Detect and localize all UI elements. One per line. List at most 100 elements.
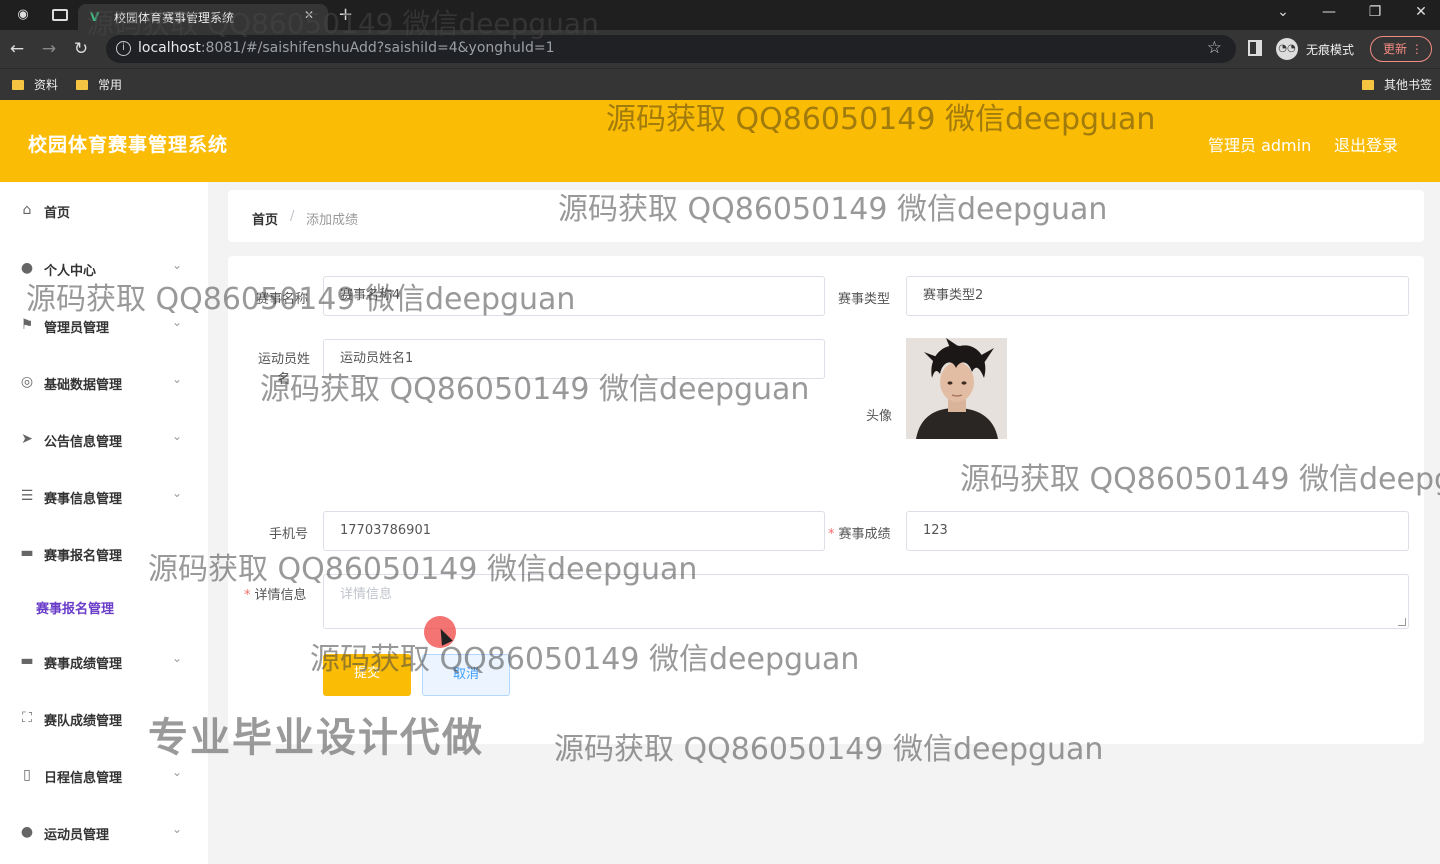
sidebar-item-label: 赛队成绩管理 bbox=[44, 714, 123, 729]
url-text: localhost:8081/#/saishifenshuAdd?saishiI… bbox=[138, 40, 555, 56]
sidebar-item-base-data[interactable]: ◎ 基础数据管理 ⌄ bbox=[0, 362, 208, 402]
monitor-icon: ▬ bbox=[20, 653, 34, 669]
breadcrumb-home[interactable]: 首页 bbox=[252, 209, 278, 228]
sidebar-item-profile[interactable]: ● 个人中心 ⌄ bbox=[0, 248, 208, 288]
submit-button[interactable]: 提交 bbox=[323, 654, 411, 696]
admin-label: 管理员 admin bbox=[1208, 136, 1312, 155]
submenu-item-registrations[interactable]: 赛事报名管理 bbox=[36, 598, 114, 617]
athlete-name-field[interactable]: 运动员姓名1 bbox=[323, 339, 825, 379]
sidebar-item-label: 赛事成绩管理 bbox=[44, 657, 123, 672]
user-icon: ● bbox=[20, 260, 34, 276]
chevron-down-icon: ⌄ bbox=[172, 651, 183, 665]
plus-icon[interactable]: + bbox=[338, 4, 353, 25]
sidebar-item-label: 基础数据管理 bbox=[44, 378, 123, 393]
sidebar-item-label: 个人中心 bbox=[44, 264, 97, 279]
address-bar: ← → ↻ i localhost:8081/#/saishifenshuAdd… bbox=[0, 30, 1440, 68]
sidebar-item-athletes[interactable]: ● 运动员管理 ⌄ bbox=[0, 812, 208, 852]
target-icon: ◎ bbox=[20, 374, 34, 390]
detail-label: * 详情信息 bbox=[244, 588, 307, 603]
event-name-field[interactable]: 赛事名称4 bbox=[323, 276, 825, 316]
forward-arrow-icon[interactable]: → bbox=[38, 38, 60, 60]
chevron-down-icon: ⌄ bbox=[172, 486, 183, 500]
breadcrumb-separator: / bbox=[290, 209, 295, 224]
event-name-label: 赛事名称 bbox=[256, 292, 309, 307]
browser-tab[interactable]: V 校园体育赛事管理系统 ✕ bbox=[78, 4, 328, 30]
sidebar-item-event-scores[interactable]: ▬ 赛事成绩管理 ⌄ bbox=[0, 641, 208, 681]
chevron-down-icon: ⌄ bbox=[172, 765, 183, 779]
chevron-down-icon[interactable]: ⌄ bbox=[1268, 4, 1298, 20]
avatar bbox=[906, 338, 1007, 439]
avatar-label: 头像 bbox=[866, 409, 893, 424]
event-type-field[interactable]: 赛事类型2 bbox=[906, 276, 1409, 316]
sidebar-item-label: 公告信息管理 bbox=[44, 435, 123, 450]
sliders-icon: ☰ bbox=[20, 488, 34, 504]
chevron-down-icon: ⌄ bbox=[172, 315, 183, 329]
browser-tab-bar: ◉ V 校园体育赛事管理系统 ✕ + ⌄ — ❐ ✕ bbox=[0, 0, 1440, 30]
sidebar-item-admins[interactable]: ⚑ 管理员管理 ⌄ bbox=[0, 305, 208, 345]
app-header: 校园体育赛事管理系统 管理员 admin 退出登录 bbox=[0, 100, 1440, 182]
sidebar-item-label: 首页 bbox=[44, 206, 71, 221]
incognito-icon: ◔◔ bbox=[1276, 38, 1298, 60]
incognito-label: 无痕模式 bbox=[1306, 43, 1355, 57]
score-label: * 赛事成绩 bbox=[828, 527, 891, 542]
required-mark: * bbox=[828, 527, 835, 542]
minimize-icon[interactable]: — bbox=[1314, 4, 1344, 20]
back-arrow-icon[interactable]: ← bbox=[6, 38, 28, 60]
vue-icon: V bbox=[90, 10, 100, 24]
score-field[interactable]: 123 bbox=[906, 511, 1409, 551]
breadcrumb: 首页 / 添加成绩 bbox=[228, 190, 1424, 242]
resize-handle-icon[interactable] bbox=[1398, 618, 1406, 626]
logout-link[interactable]: 退出登录 bbox=[1334, 132, 1398, 156]
close-icon[interactable]: ✕ bbox=[304, 8, 314, 22]
sidebar-item-registrations[interactable]: ▬ 赛事报名管理 bbox=[0, 533, 208, 573]
phone-label: 手机号 bbox=[269, 527, 309, 542]
restore-icon[interactable]: ❐ bbox=[1360, 4, 1390, 20]
app-title: 校园体育赛事管理系统 bbox=[28, 134, 229, 156]
chevron-down-icon: ⌄ bbox=[172, 429, 183, 443]
phone-field[interactable]: 17703786901 bbox=[323, 511, 825, 551]
sidebar-item-home[interactable]: ⌂ 首页 bbox=[0, 190, 208, 230]
folder-icon bbox=[1362, 80, 1374, 90]
folder-icon bbox=[12, 80, 24, 90]
event-type-label: 赛事类型 bbox=[838, 292, 891, 307]
sidebar-item-label: 管理员管理 bbox=[44, 321, 110, 336]
tab-search-icon[interactable] bbox=[52, 9, 68, 21]
watermark-banner: 专业毕业设计代做 bbox=[148, 715, 484, 761]
sidebar-item-label: 赛事信息管理 bbox=[44, 492, 123, 507]
update-button[interactable]: 更新 ⋮ bbox=[1370, 36, 1432, 62]
detail-placeholder: 详情信息 bbox=[340, 587, 393, 602]
bookmark-folder[interactable]: 常用 bbox=[76, 76, 122, 94]
send-icon: ➤ bbox=[21, 431, 33, 447]
monitor-icon: ▬ bbox=[20, 545, 34, 561]
sidebar-item-label: 赛事报名管理 bbox=[44, 549, 123, 564]
tab-title: 校园体育赛事管理系统 bbox=[114, 11, 235, 25]
window-close-icon[interactable]: ✕ bbox=[1406, 4, 1436, 20]
detail-textarea[interactable]: 详情信息 bbox=[323, 574, 1409, 629]
athlete-name-label: 运动员姓名 bbox=[257, 352, 310, 387]
chevron-down-icon: ⌄ bbox=[172, 822, 183, 836]
sidebar-item-events[interactable]: ☰ 赛事信息管理 ⌄ bbox=[0, 476, 208, 516]
chevron-down-icon: ⌄ bbox=[172, 372, 183, 386]
url-input[interactable]: i localhost:8081/#/saishifenshuAdd?saish… bbox=[106, 35, 1236, 63]
bookmarks-bar: 资料 常用 其他书签 bbox=[0, 68, 1440, 100]
sidebar-item-label: 日程信息管理 bbox=[44, 771, 123, 786]
phone-icon: ▯ bbox=[23, 767, 31, 783]
flag-icon: ⚑ bbox=[20, 317, 34, 333]
sidebar-item-label: 运动员管理 bbox=[44, 828, 110, 843]
cancel-button[interactable]: 取消 bbox=[422, 654, 510, 696]
reload-icon[interactable]: ↻ bbox=[70, 38, 92, 60]
chevron-down-icon: ⌄ bbox=[172, 258, 183, 272]
sidebar-item-notices[interactable]: ➤ 公告信息管理 ⌄ bbox=[0, 419, 208, 459]
browser-menu-icon[interactable]: ◉ bbox=[14, 6, 32, 24]
star-icon[interactable]: ☆ bbox=[1207, 38, 1222, 58]
required-mark: * bbox=[244, 588, 251, 603]
info-icon[interactable]: i bbox=[116, 41, 131, 56]
folder-icon bbox=[76, 80, 88, 90]
side-panel-icon[interactable] bbox=[1248, 40, 1262, 56]
bookmark-folder[interactable]: 资料 bbox=[12, 76, 58, 94]
location-icon: ● bbox=[20, 824, 34, 840]
breadcrumb-current: 添加成绩 bbox=[306, 213, 359, 228]
avatar-image bbox=[906, 338, 1007, 439]
frame-icon: ⛶ bbox=[22, 710, 32, 726]
other-bookmarks[interactable]: 其他书签 bbox=[1362, 76, 1432, 94]
